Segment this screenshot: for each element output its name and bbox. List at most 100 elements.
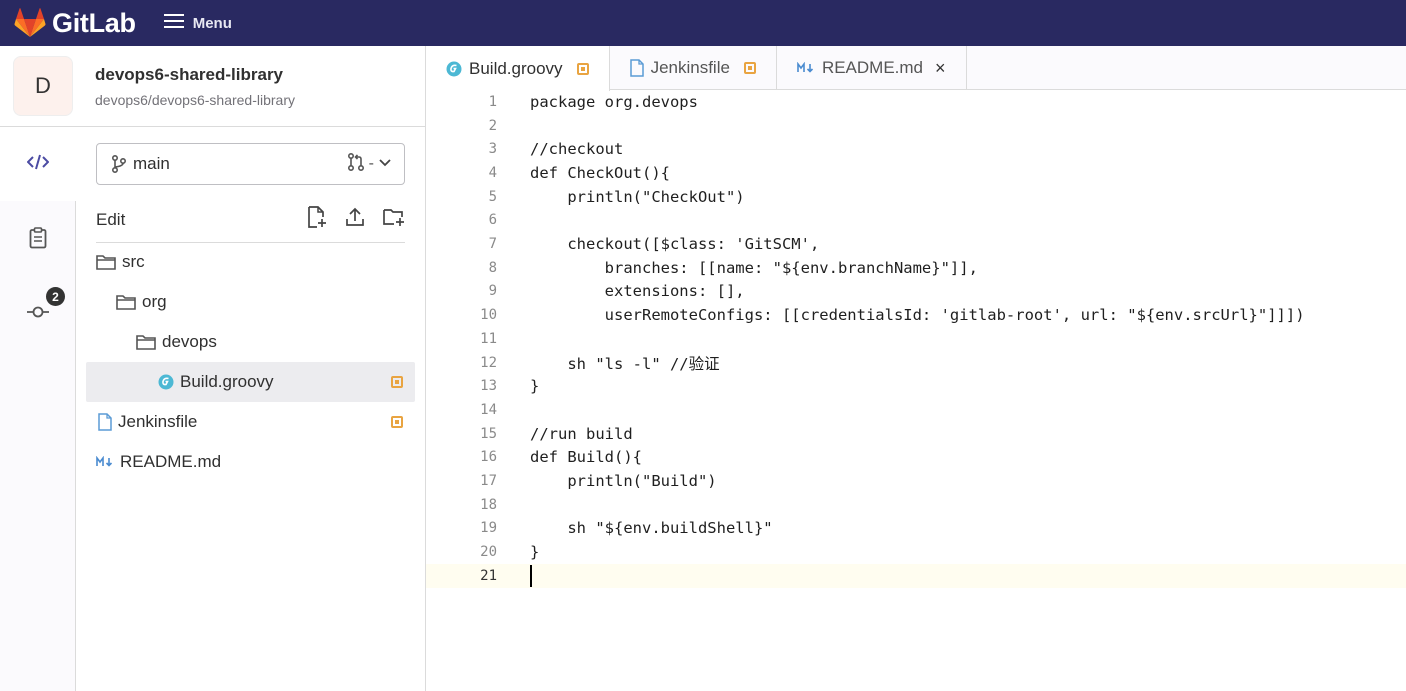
line-number: 5 bbox=[488, 188, 497, 205]
code-line[interactable]: 4 def CheckOut(){ bbox=[426, 161, 1406, 185]
file-panel: main - Edit src org devops Build.groovy … bbox=[76, 127, 426, 691]
code-line[interactable]: 20} bbox=[426, 540, 1406, 564]
editor-tabs: Build.groovy Jenkinsfile README.md × bbox=[426, 46, 1406, 91]
tab-label: Build.groovy bbox=[469, 58, 563, 78]
tanuki-logo-icon bbox=[14, 8, 46, 38]
tree-item-jenkinsfile[interactable]: Jenkinsfile bbox=[86, 402, 415, 442]
code-text: } bbox=[530, 543, 540, 562]
tree-item-devops[interactable]: devops bbox=[86, 322, 415, 362]
code-icon bbox=[26, 154, 50, 175]
line-number: 1 bbox=[488, 93, 497, 110]
activity-commit-button[interactable]: 2 bbox=[0, 277, 76, 351]
code-editor[interactable]: 1 package org.devops 2 3 //checkout 4 def Chec… bbox=[426, 90, 1406, 691]
code-line[interactable]: 8 branches: [[name: "${env.branchName}"]… bbox=[426, 256, 1406, 280]
tab-build-groovy[interactable]: Build.groovy bbox=[426, 46, 610, 91]
code-line[interactable]: 11 bbox=[426, 327, 1406, 351]
line-number: 14 bbox=[480, 401, 497, 418]
tree-item-build-groovy[interactable]: Build.groovy bbox=[86, 362, 415, 402]
line-number: 16 bbox=[480, 449, 497, 466]
project-name[interactable]: devops6-shared-library bbox=[95, 65, 295, 85]
code-line[interactable]: 7 checkout([$class: 'GitSCM', bbox=[426, 232, 1406, 256]
tab-readme[interactable]: README.md × bbox=[777, 46, 967, 90]
code-line[interactable]: 1 package org.devops bbox=[426, 90, 1406, 114]
project-header: D devops6-shared-library devops6/devops6… bbox=[0, 46, 426, 127]
code-text: extensions: [], bbox=[530, 282, 745, 301]
code-line[interactable]: 6 bbox=[426, 209, 1406, 233]
activity-edit-button[interactable] bbox=[0, 127, 76, 201]
code-text: //run build bbox=[530, 424, 633, 443]
tree-item-label: Jenkinsfile bbox=[118, 412, 198, 431]
code-line[interactable]: 19 sh "${env.buildShell}" bbox=[426, 517, 1406, 541]
tree-item-readme[interactable]: README.md bbox=[86, 442, 415, 482]
line-number: 9 bbox=[488, 283, 497, 300]
line-number: 18 bbox=[480, 496, 497, 513]
code-line[interactable]: 12 sh "ls -l" //验证 bbox=[426, 351, 1406, 375]
new-folder-icon[interactable] bbox=[383, 207, 405, 232]
markdown-icon bbox=[797, 62, 815, 74]
tree-item-label: Build.groovy bbox=[180, 372, 274, 391]
code-text: def Build(){ bbox=[530, 448, 642, 467]
tab-jenkinsfile[interactable]: Jenkinsfile bbox=[610, 46, 777, 90]
tree-item-label: devops bbox=[162, 332, 217, 351]
code-text: //checkout bbox=[530, 140, 624, 159]
modified-indicator bbox=[391, 376, 403, 388]
new-file-icon[interactable] bbox=[307, 206, 327, 233]
project-info: devops6-shared-library devops6/devops6-s… bbox=[95, 65, 295, 108]
code-line[interactable]: 16 def Build(){ bbox=[426, 446, 1406, 470]
code-line[interactable]: 15 //run build bbox=[426, 422, 1406, 446]
gitlab-logo-link[interactable]: GitLab bbox=[14, 8, 136, 39]
groovy-file-icon bbox=[446, 61, 462, 77]
code-text: println("CheckOut") bbox=[530, 187, 745, 206]
code-line[interactable]: 18 bbox=[426, 493, 1406, 517]
line-number: 6 bbox=[488, 212, 497, 229]
code-text: checkout([$class: 'GitSCM', bbox=[530, 235, 820, 254]
activity-review-button[interactable] bbox=[0, 203, 76, 277]
line-number: 2 bbox=[488, 117, 497, 134]
modified-indicator bbox=[743, 62, 756, 74]
file-actions bbox=[307, 206, 405, 233]
folder-icon bbox=[96, 254, 116, 270]
code-line[interactable]: 9 extensions: [], bbox=[426, 280, 1406, 304]
code-line[interactable]: 5 println("CheckOut") bbox=[426, 185, 1406, 209]
menu-button[interactable]: Menu bbox=[163, 13, 232, 34]
code-line[interactable]: 3 //checkout bbox=[426, 137, 1406, 161]
merge-request-selector[interactable]: - bbox=[347, 152, 392, 176]
code-line[interactable]: 17 println("Build") bbox=[426, 469, 1406, 493]
code-text: println("Build") bbox=[530, 472, 717, 491]
tree-item-org[interactable]: org bbox=[86, 282, 415, 322]
activity-bar: 2 bbox=[0, 127, 76, 691]
tree-item-label: org bbox=[142, 292, 167, 311]
branch-name: main bbox=[133, 154, 170, 173]
file-actions-row: Edit bbox=[96, 197, 405, 243]
line-number: 15 bbox=[480, 425, 497, 442]
project-avatar[interactable]: D bbox=[13, 56, 73, 116]
tree-item-src[interactable]: src bbox=[86, 242, 415, 282]
line-number: 17 bbox=[480, 473, 497, 490]
line-number: 4 bbox=[488, 164, 497, 181]
code-line[interactable]: 14 bbox=[426, 398, 1406, 422]
branch-dropdown[interactable]: main - bbox=[96, 143, 405, 185]
line-number: 7 bbox=[488, 236, 497, 253]
folder-icon bbox=[136, 334, 156, 350]
edit-label: Edit bbox=[96, 209, 126, 229]
tree-item-label: src bbox=[122, 252, 145, 271]
text-cursor bbox=[530, 564, 532, 587]
upload-icon[interactable] bbox=[345, 207, 365, 232]
line-number: 3 bbox=[488, 141, 497, 158]
code-text: } bbox=[530, 377, 540, 396]
code-line[interactable]: 13} bbox=[426, 374, 1406, 398]
code-text: package org.devops bbox=[530, 92, 698, 111]
code-line[interactable]: 21 bbox=[426, 564, 1406, 588]
code-line[interactable]: 10 userRemoteConfigs: [[credentialsId: '… bbox=[426, 303, 1406, 327]
chevron-down-icon bbox=[378, 155, 392, 173]
close-icon[interactable]: × bbox=[935, 58, 946, 79]
line-number: 11 bbox=[480, 330, 497, 347]
tree-item-label: README.md bbox=[120, 452, 222, 471]
line-number: 12 bbox=[480, 354, 497, 371]
hamburger-icon bbox=[163, 13, 184, 34]
folder-icon bbox=[116, 294, 136, 310]
line-number: 21 bbox=[480, 567, 497, 584]
merge-request-icon bbox=[347, 152, 365, 176]
line-number: 19 bbox=[480, 520, 497, 537]
code-line[interactable]: 2 bbox=[426, 114, 1406, 138]
